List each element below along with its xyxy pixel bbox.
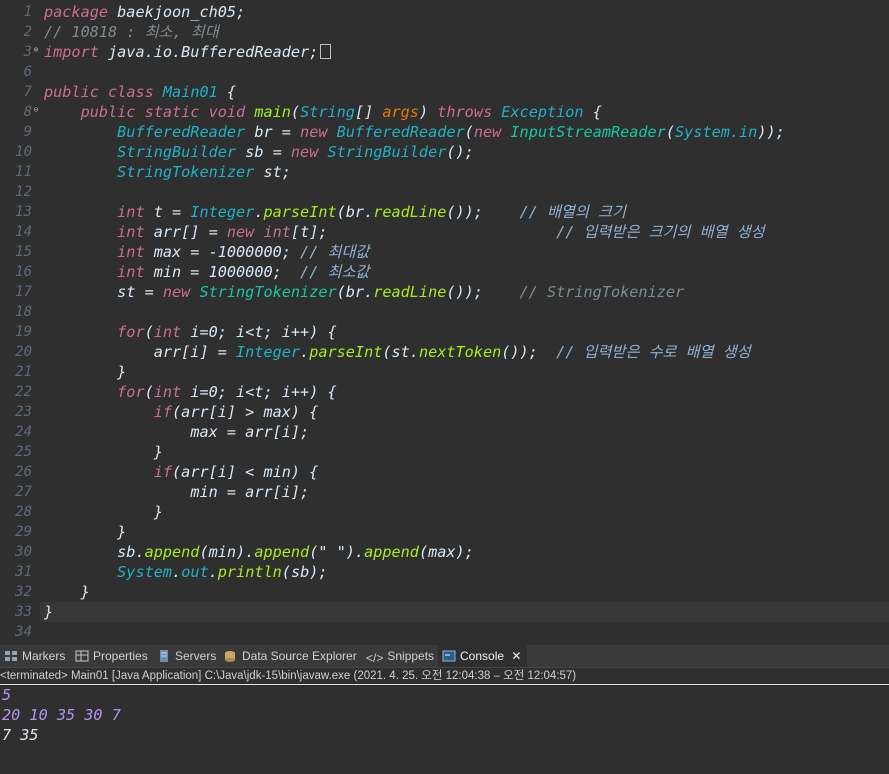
code-line: } [153, 443, 163, 461]
code-icon: </> [366, 651, 384, 665]
code-line: StringBuilder sb = new StringBuilder(); [117, 143, 474, 161]
servers-icon [157, 647, 171, 662]
code-line: // 10818 : 최소, 최대 [44, 23, 219, 41]
code-line: int max = -1000000; // 최대값 [117, 243, 370, 261]
line-number: 15 [15, 244, 32, 260]
code-line: st = new StringTokenizer(br.readLine());… [117, 283, 685, 301]
code-line: for(int i=0; i<t; i++) { [117, 323, 337, 341]
console-input-line: 20 10 35 30 7 [2, 706, 121, 724]
line-number: 26 [15, 464, 32, 480]
line-number: 11 [15, 164, 32, 180]
line-number: 34 [15, 624, 32, 640]
collapsed-imports-icon[interactable] [320, 44, 332, 59]
line-number: 2 [23, 24, 32, 40]
database-icon [224, 647, 238, 662]
line-number: 23 [15, 404, 32, 420]
line-number: 30 [15, 544, 32, 560]
code-line: } [44, 603, 54, 621]
line-number: 8 [23, 104, 32, 120]
line-number: 7 [23, 84, 32, 100]
close-icon[interactable]: ✕ [511, 649, 521, 663]
code-line: if(arr[i] > max) { [153, 403, 319, 421]
code-line: StringTokenizer st; [117, 163, 291, 181]
code-line: } [117, 523, 127, 541]
tab-snippets[interactable]: </> Snippets [366, 645, 434, 667]
line-number: 9 [23, 124, 32, 140]
line-number: 29 [15, 524, 32, 540]
line-number: 14 [15, 224, 32, 240]
fold-toggle-icon[interactable]: ⊕ [32, 40, 40, 60]
code-line: public class Main01 { [44, 83, 237, 101]
console-input-line: 5 [2, 686, 12, 704]
current-line-highlight [40, 602, 889, 622]
console-output-line: 7 35 [2, 726, 39, 744]
tab-servers[interactable]: Servers [157, 645, 216, 667]
line-number: 19 [15, 324, 32, 340]
code-line: } [80, 583, 90, 601]
line-number: 32 [15, 584, 32, 600]
code-line: public static void main(String[] args) t… [80, 103, 602, 121]
line-number: 31 [15, 564, 32, 580]
line-number-gutter: 1 2 3 ⊕ 6 7 8 ⊖ 9 10 11 12 13 14 15 16 1… [0, 0, 40, 645]
console-status: <terminated> Main01 [Java Application] C… [0, 668, 889, 685]
code-line: } [153, 503, 163, 521]
console-icon [442, 647, 456, 662]
tab-markers[interactable]: Markers [4, 645, 65, 667]
line-number: 12 [15, 184, 32, 200]
line-number: 16 [15, 264, 32, 280]
line-number: 3 [23, 44, 32, 60]
line-number: 33 [15, 604, 32, 620]
panel-tab-bar: Markers Properties Servers Data Source E… [0, 645, 889, 668]
code-line: min = arr[i]; [190, 483, 310, 501]
code-line: int arr[] = new int[t]; // 입력받은 크기의 배열 생… [117, 223, 765, 241]
code-line: package baekjoon_ch05; [44, 3, 246, 21]
line-number: 18 [15, 304, 32, 320]
line-number: 1 [23, 4, 32, 20]
code-line: sb.append(min).append(" ").append(max); [117, 543, 474, 561]
fold-toggle-icon[interactable]: ⊖ [32, 100, 40, 120]
code-line: if(arr[i] < min) { [153, 463, 319, 481]
line-number: 24 [15, 424, 32, 440]
properties-icon [75, 647, 89, 662]
line-number: 21 [15, 364, 32, 380]
line-number: 13 [15, 204, 32, 220]
code-line: int min = 1000000; // 최소값 [117, 263, 370, 281]
code-line: int t = Integer.parseInt(br.readLine());… [117, 203, 626, 221]
tab-console[interactable]: Console ✕ [438, 645, 528, 667]
code-line: import java.io.BufferedReader; [44, 42, 332, 62]
code-line: arr[i] = Integer.parseInt(st.nextToken()… [153, 343, 751, 361]
tab-data-source-explorer[interactable]: Data Source Explorer [224, 645, 357, 667]
bottom-panel: Markers Properties Servers Data Source E… [0, 645, 889, 774]
line-number: 20 [15, 344, 32, 360]
line-number: 25 [15, 444, 32, 460]
line-number: 10 [15, 144, 32, 160]
code-line: max = arr[i]; [190, 423, 310, 441]
line-number: 27 [15, 484, 32, 500]
line-number: 6 [23, 64, 32, 80]
line-number: 17 [15, 284, 32, 300]
markers-icon [4, 647, 18, 661]
code-line: BufferedReader br = new BufferedReader(n… [117, 123, 785, 141]
line-number: 22 [15, 384, 32, 400]
code-line: for(int i=0; i<t; i++) { [117, 383, 337, 401]
tab-properties[interactable]: Properties [75, 645, 148, 667]
code-line: System.out.println(sb); [117, 563, 328, 581]
code-editor[interactable]: 1 2 3 ⊕ 6 7 8 ⊖ 9 10 11 12 13 14 15 16 1… [0, 0, 889, 645]
code-line: } [117, 363, 127, 381]
line-number: 28 [15, 504, 32, 520]
